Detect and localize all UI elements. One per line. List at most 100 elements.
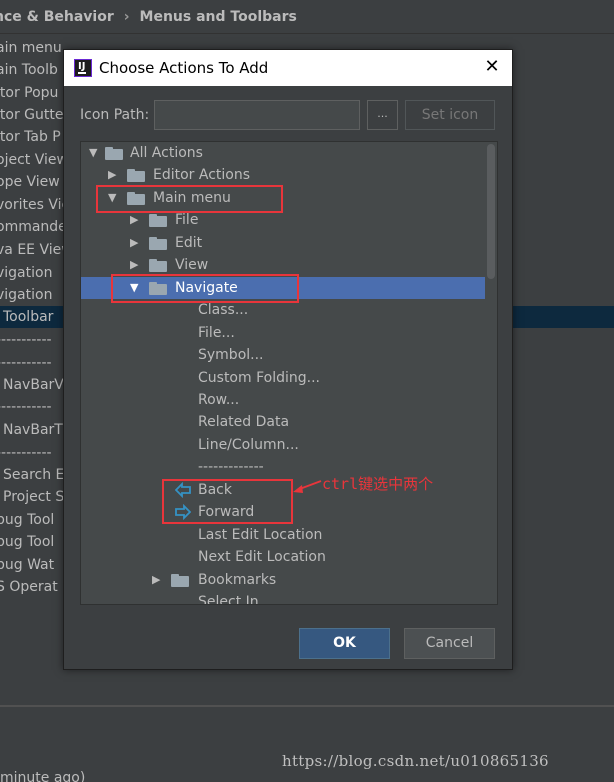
- settings-list-item[interactable]: Project S: [0, 486, 64, 508]
- settings-list-item-label: -----------: [0, 332, 52, 348]
- settings-list-item-label: Toolbar: [3, 309, 54, 325]
- tree-node-label: Line/Column...: [198, 436, 299, 453]
- annotation-box-main-menu: [96, 185, 283, 213]
- settings-list-item-label: NavBarV: [3, 377, 64, 393]
- tree-node-label: Related Data: [198, 414, 290, 431]
- collapse-arrow-icon[interactable]: ▶: [152, 569, 160, 591]
- settings-list-item[interactable]: NavBarV: [0, 374, 64, 396]
- tree-node-custom-folding[interactable]: Custom Folding...: [81, 367, 485, 389]
- tree-node-label: -------------: [198, 459, 264, 476]
- tree-node-label: Bookmarks: [198, 571, 277, 588]
- settings-list-item[interactable]: ope View: [0, 171, 60, 193]
- settings-list-item[interactable]: S Operat: [0, 576, 58, 598]
- tree-node-label: Custom Folding...: [198, 369, 320, 386]
- tree-node-label: Symbol...: [198, 347, 264, 364]
- settings-list-item[interactable]: bug Wat: [0, 554, 54, 576]
- settings-list-item-label: S Operat: [0, 579, 58, 595]
- tree-node-label: View: [175, 257, 209, 274]
- tree-node-editor-actions[interactable]: ▶ Editor Actions: [81, 164, 485, 186]
- tree-node-label: Next Edit Location: [198, 549, 326, 566]
- settings-list-item-label: oject View: [0, 152, 68, 168]
- settings-list-item-label: -----------: [0, 445, 52, 461]
- settings-list-item[interactable]: ommande: [0, 216, 67, 238]
- tree-node-bookmarks[interactable]: ▶ Bookmarks: [81, 569, 485, 591]
- icon-path-input[interactable]: [154, 100, 360, 130]
- settings-list-item-label: -----------: [0, 399, 52, 415]
- settings-list-item-label: bug Tool: [0, 512, 55, 528]
- breadcrumb-menus-toolbars: Menus and Toolbars: [139, 8, 297, 25]
- settings-list-item[interactable]: itor Popu: [0, 82, 58, 104]
- settings-list-item[interactable]: -----------: [0, 329, 52, 351]
- folder-icon: [149, 214, 167, 228]
- settings-list-item[interactable]: itor Gutte: [0, 104, 63, 126]
- ok-button[interactable]: OK: [299, 628, 390, 659]
- tree-node-edit[interactable]: ▶ Edit: [81, 232, 485, 254]
- settings-list-item-label: itor Gutte: [0, 107, 64, 123]
- breadcrumb-chevron-icon: ›: [123, 8, 130, 25]
- folder-icon: [149, 259, 167, 273]
- settings-list-item[interactable]: -----------: [0, 442, 52, 464]
- set-icon-button[interactable]: Set icon: [405, 100, 495, 130]
- expand-arrow-icon[interactable]: ▼: [89, 142, 97, 164]
- tree-node-select-in[interactable]: Select In...: [81, 591, 485, 605]
- tree-node-next-edit-location[interactable]: Next Edit Location: [81, 546, 485, 568]
- cancel-button[interactable]: Cancel: [404, 628, 495, 659]
- tree-node-label: Select In...: [198, 594, 272, 605]
- browse-button[interactable]: ...: [367, 100, 398, 130]
- icon-path-label: Icon Path:: [80, 107, 150, 123]
- settings-list-item-label: va EE View: [0, 242, 73, 258]
- tree-scrollbar-thumb[interactable]: [487, 144, 495, 279]
- settings-list-item[interactable]: vigation: [0, 284, 52, 306]
- collapse-arrow-icon[interactable]: ▶: [108, 164, 116, 186]
- tree-node-related-data[interactable]: Related Data: [81, 411, 485, 433]
- annotation-box-back-forward: [162, 479, 293, 524]
- settings-breadcrumb: nce & Behavior › Menus and Toolbars: [0, 0, 614, 34]
- tree-node-file[interactable]: File...: [81, 322, 485, 344]
- watermark: https://blog.csdn.net/u010865136: [282, 752, 549, 770]
- settings-list-item[interactable]: vigation: [0, 262, 52, 284]
- settings-list-item-label: bug Wat: [0, 557, 55, 573]
- settings-list-item-label: vorites Vie: [0, 197, 71, 213]
- settings-list-item[interactable]: Search E: [0, 464, 64, 486]
- settings-list-item-label: ope View: [0, 174, 60, 190]
- breadcrumb-appearance-behavior[interactable]: nce & Behavior: [0, 9, 114, 25]
- settings-list-item[interactable]: ain Toolb: [0, 59, 58, 81]
- tree-node-label: Editor Actions: [153, 167, 251, 184]
- folder-icon: [149, 236, 167, 250]
- editor-actions-icon: [127, 169, 145, 183]
- status-text: minute ago): [0, 770, 86, 782]
- settings-list-item-label: ain Toolb: [0, 62, 58, 78]
- tree-node-view[interactable]: ▶ View: [81, 254, 485, 276]
- settings-list-item[interactable]: itor Tab P: [0, 126, 61, 148]
- settings-list-item[interactable]: bug Tool: [0, 531, 54, 553]
- tree-node-all-actions[interactable]: ▼ All Actions: [81, 142, 485, 164]
- annotation-box-navigate: [111, 274, 299, 303]
- close-icon[interactable]: ✕: [482, 57, 502, 77]
- settings-list-item-label: vigation: [0, 287, 53, 303]
- settings-list-item-label: itor Tab P: [0, 129, 61, 145]
- settings-list-item-label: ommande: [0, 219, 67, 235]
- settings-list-item[interactable]: -----------: [0, 352, 52, 374]
- dialog-titlebar[interactable]: IJ Choose Actions To Add ✕: [64, 50, 512, 86]
- dialog-title: Choose Actions To Add: [99, 59, 269, 77]
- settings-list-item[interactable]: vorites Vie: [0, 194, 70, 216]
- settings-list-item-label: ain menu: [0, 40, 62, 56]
- tree-node-row[interactable]: Row...: [81, 389, 485, 411]
- settings-list-item-label: bug Tool: [0, 534, 55, 550]
- settings-list-item-label: Project S: [3, 489, 65, 505]
- folder-icon: [105, 147, 123, 160]
- tree-node-last-edit-location[interactable]: Last Edit Location: [81, 524, 485, 546]
- settings-list-item[interactable]: bug Tool: [0, 509, 54, 531]
- tree-node-label: Row...: [198, 391, 240, 408]
- settings-list-item[interactable]: va EE View: [0, 239, 73, 261]
- settings-list-item[interactable]: NavBarT: [0, 419, 63, 441]
- settings-list-item-label: NavBarT: [3, 422, 63, 438]
- collapse-arrow-icon[interactable]: ▶: [130, 232, 138, 254]
- tree-node-line-column[interactable]: Line/Column...: [81, 434, 485, 456]
- settings-list-item[interactable]: oject View: [0, 149, 68, 171]
- settings-list-item[interactable]: ain menu: [0, 37, 62, 59]
- settings-list-item[interactable]: -----------: [0, 396, 52, 418]
- annotation-text: ctrl键选中两个: [322, 475, 434, 493]
- collapse-arrow-icon[interactable]: ▶: [130, 254, 138, 276]
- tree-node-symbol[interactable]: Symbol...: [81, 344, 485, 366]
